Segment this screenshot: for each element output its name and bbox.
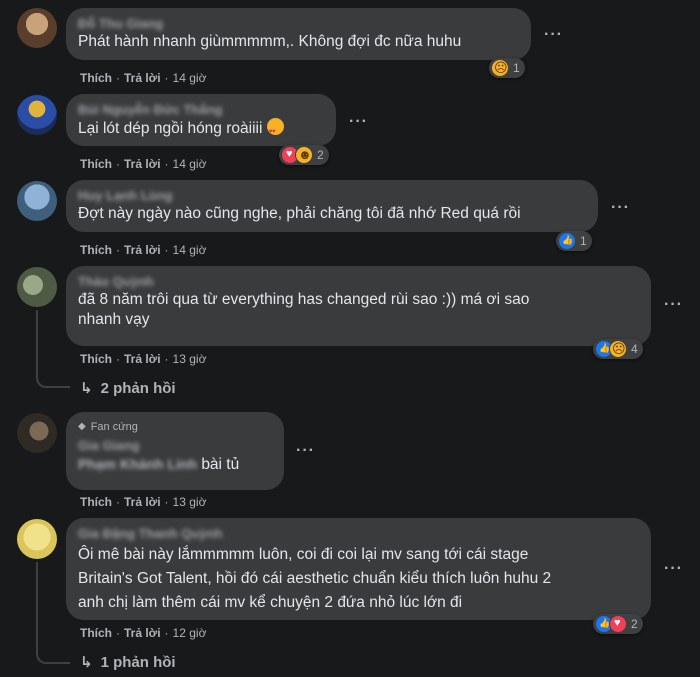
more-options-icon[interactable]: ··· (349, 113, 368, 131)
reply-link[interactable]: Trả lời (124, 626, 161, 640)
reaction-count: 2 (317, 148, 324, 162)
comment-text-line-1: đã 8 năm trôi qua từ everything has chan… (78, 291, 530, 308)
timestamp[interactable]: 13 giờ (173, 352, 207, 366)
thread-connector (36, 310, 70, 388)
like-link[interactable]: Thích (80, 157, 112, 171)
badge-label: Fan cứng (90, 421, 138, 433)
more-options-icon[interactable]: ··· (611, 199, 630, 217)
comment-author[interactable]: Huy Lạnh Lùng (78, 188, 586, 204)
comment-bubble: Đỗ Thu Giang Phát hành nhanh giùmmmmm,. … (66, 8, 531, 60)
comment-text-line-3: anh chị làm thêm cái mv kể chuyện 2 đứa … (78, 594, 463, 611)
comment-text: bài tủ (201, 456, 240, 473)
more-options-icon[interactable]: ··· (544, 26, 563, 44)
reply-link[interactable]: Trả lời (124, 157, 161, 171)
comment-author[interactable]: Gia Giang (78, 438, 272, 454)
avatar[interactable] (17, 413, 57, 453)
comment-text: Phát hành nhanh giùmmmmm,. Không đợi đc … (78, 33, 462, 50)
reply-arrow-icon: ↳ (80, 380, 93, 397)
reply-link[interactable]: Trả lời (124, 71, 161, 85)
timestamp[interactable]: 14 giờ (173, 157, 207, 171)
comment-text-line-2: Britain's Got Talent, hồi đó cái aesthet… (78, 570, 552, 587)
comment-actions: Thích · Trả lời · 14 giờ (80, 243, 207, 257)
like-link[interactable]: Thích (80, 626, 112, 640)
timestamp[interactable]: 12 giờ (173, 626, 207, 640)
reaction-summary[interactable]: 2 (593, 614, 643, 634)
view-replies-link[interactable]: ↳ 2 phản hồi (80, 379, 176, 397)
more-options-icon[interactable]: ··· (664, 560, 683, 578)
reply-link[interactable]: Trả lời (124, 352, 161, 366)
fan-badge: ◆ Fan cứng (78, 420, 272, 434)
sad-reaction-icon (609, 340, 627, 358)
like-link[interactable]: Thích (80, 495, 112, 509)
comment-bubble: Bùi Nguyễn Đức Thắng Lại lót dép ngồi hó… (66, 94, 336, 146)
thread-connector (36, 562, 70, 664)
reaction-count: 2 (631, 617, 638, 631)
reaction-count: 1 (513, 61, 520, 75)
diamond-icon: ◆ (78, 421, 86, 432)
more-options-icon[interactable]: ··· (664, 296, 683, 314)
comment-author[interactable]: Thảo Quỳnh (78, 274, 639, 290)
reply-link[interactable]: Trả lời (124, 243, 161, 257)
like-link[interactable]: Thích (80, 352, 112, 366)
avatar[interactable] (17, 8, 57, 48)
reaction-summary[interactable]: 2 (279, 145, 329, 165)
reply-link[interactable]: Trả lời (124, 495, 161, 509)
comment-bubble: Thảo Quỳnh đã 8 năm trôi qua từ everythi… (66, 266, 651, 346)
comment-actions: Thích · Trả lời · 13 giờ (80, 352, 207, 366)
avatar[interactable] (17, 95, 57, 135)
comment-actions: Thích · Trả lời · 14 giờ (80, 71, 207, 85)
mention-link[interactable]: Phạm Khánh Linh (78, 456, 197, 472)
comment-author[interactable]: Bùi Nguyễn Đức Thắng (78, 102, 324, 118)
haha-reaction-icon (295, 146, 313, 164)
comment-actions: Thích · Trả lời · 12 giờ (80, 626, 207, 640)
sad-reaction-icon (491, 59, 509, 77)
reaction-count: 4 (631, 342, 638, 356)
comment-text-line-1: Ôi mê bài này lắmmmmm luôn, coi đi coi l… (78, 546, 529, 563)
like-link[interactable]: Thích (80, 71, 112, 85)
comment-actions: Thích · Trả lời · 13 giờ (80, 495, 207, 509)
comment-author[interactable]: Gia Đặng Thanh Quỳnh (78, 526, 639, 542)
comment-text: Lại lót dép ngồi hóng roàiiii (78, 120, 263, 137)
avatar[interactable] (17, 181, 57, 221)
timestamp[interactable]: 14 giờ (173, 71, 207, 85)
comment-actions: Thích · Trả lời · 14 giờ (80, 157, 207, 171)
comment-text: Đợt này ngày nào cũng nghe, phải chăng t… (78, 205, 521, 222)
timestamp[interactable]: 13 giờ (173, 495, 207, 509)
comment-bubble: ◆ Fan cứng Gia Giang Phạm Khánh Linh bài … (66, 412, 284, 490)
comment-bubble: Gia Đặng Thanh Quỳnh Ôi mê bài này lắmmm… (66, 518, 651, 620)
like-reaction-icon (558, 232, 576, 250)
like-link[interactable]: Thích (80, 243, 112, 257)
view-replies-link[interactable]: ↳ 1 phản hồi (80, 653, 176, 671)
avatar[interactable] (17, 267, 57, 307)
love-reaction-icon (609, 615, 627, 633)
more-options-icon[interactable]: ··· (296, 442, 315, 460)
reaction-count: 1 (580, 234, 587, 248)
reaction-summary[interactable]: 4 (593, 339, 643, 359)
reply-arrow-icon: ↳ (80, 654, 93, 671)
comment-bubble: Huy Lạnh Lùng Đợt này ngày nào cũng nghe… (66, 180, 598, 232)
replies-count: 1 phản hồi (100, 654, 176, 671)
replies-count: 2 phản hồi (100, 380, 176, 397)
comment-author[interactable]: Đỗ Thu Giang (78, 16, 519, 32)
reaction-summary[interactable]: 1 (489, 58, 525, 78)
reaction-summary[interactable]: 1 (556, 231, 592, 251)
timestamp[interactable]: 14 giờ (173, 243, 207, 257)
avatar[interactable] (17, 519, 57, 559)
comment-text-line-2: nhanh vạy (78, 311, 150, 328)
heart-eyes-emoji-icon (266, 118, 284, 142)
